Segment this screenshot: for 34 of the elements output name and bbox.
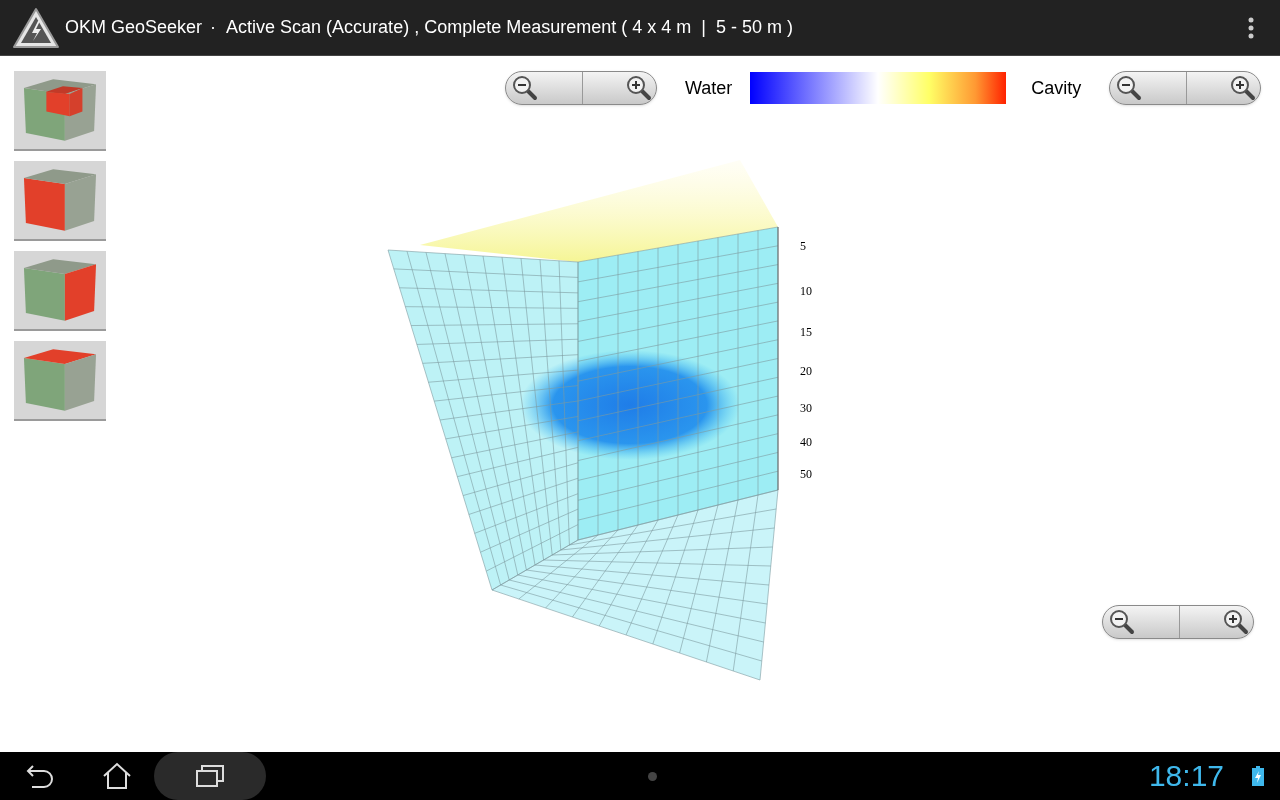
legend-low-label: Water <box>685 76 733 100</box>
clock: 18:17 <box>1148 761 1224 791</box>
zoom-out-icon <box>1109 609 1135 635</box>
cube-icon <box>22 257 98 323</box>
cube-icon <box>22 347 98 413</box>
cube-icon <box>22 77 98 143</box>
zoom-in-icon <box>1230 75 1257 101</box>
scan-title: Active Scan (Accurate) , Complete Measurement ( 4 x 4 m | 5 - 50 m ) <box>226 16 793 39</box>
depth-label: 40 <box>800 436 812 448</box>
menu-icon[interactable] <box>1248 16 1254 39</box>
depth-label: 50 <box>800 468 812 480</box>
depth-label: 15 <box>800 326 812 338</box>
warning-triangle-logo <box>12 6 60 49</box>
depth-label: 20 <box>800 365 812 377</box>
depth-label: 5 <box>800 240 806 252</box>
view-button[interactable] <box>14 341 106 421</box>
depth-label: 30 <box>800 402 812 414</box>
zoom-in-icon <box>626 75 652 101</box>
home-icon[interactable] <box>102 762 132 790</box>
cube-icon <box>22 167 98 233</box>
legend-high-label: Cavity <box>1031 76 1082 100</box>
app-name: OKM GeoSeeker <box>65 16 203 39</box>
recent-apps-button[interactable] <box>154 752 266 800</box>
zoom-out-icon <box>512 75 538 101</box>
view-button[interactable] <box>14 251 106 331</box>
recent-apps-icon <box>195 764 225 788</box>
view-button[interactable] <box>14 71 106 151</box>
view-button[interactable] <box>14 161 106 241</box>
depth-label: 10 <box>800 285 812 297</box>
battery-charging-icon <box>1252 766 1264 786</box>
separator-dot: · <box>210 16 217 39</box>
back-icon[interactable] <box>24 763 56 789</box>
zoom-in-icon <box>1223 609 1249 635</box>
zoom-out-icon <box>1116 75 1143 101</box>
